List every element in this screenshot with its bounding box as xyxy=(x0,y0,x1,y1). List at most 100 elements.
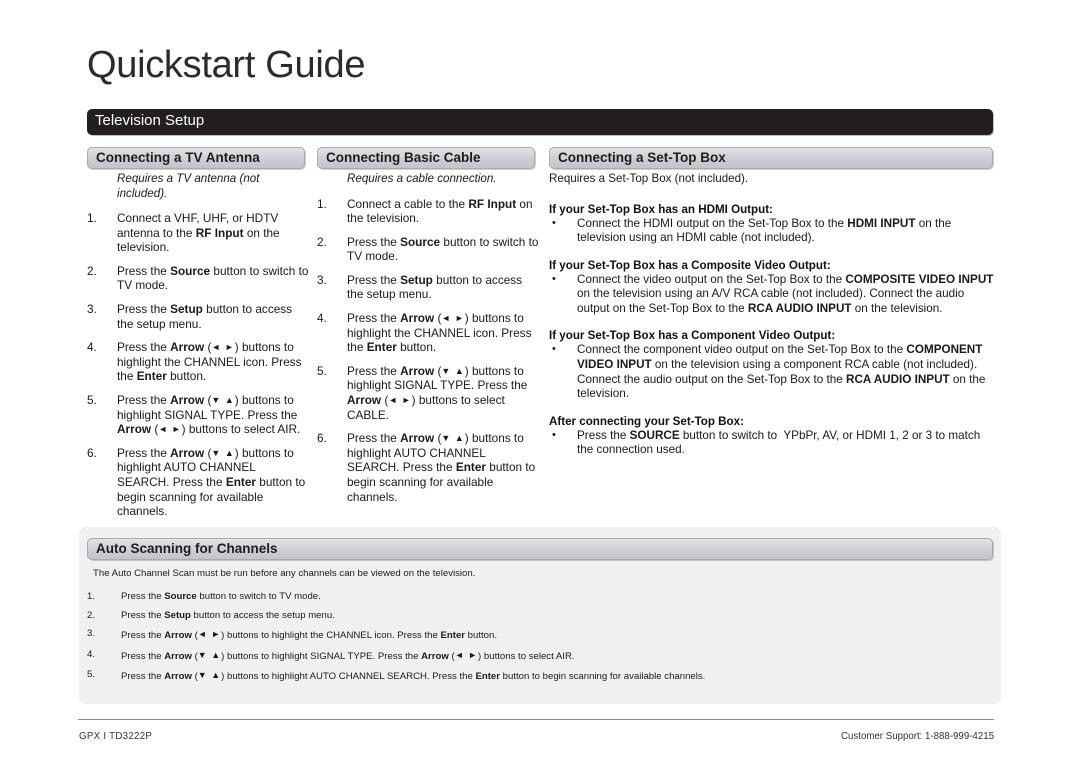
list-item: 3. Press the Arrow (◄ ►) buttons to highl… xyxy=(87,628,987,642)
bullet-group: If your Set-Top Box has a Composite Vide… xyxy=(549,259,995,317)
bullet-group-heading: If your Set-Top Box has an HDMI Output: xyxy=(549,202,773,216)
list-item: • Press the SOURCE button to switch to YP… xyxy=(549,429,995,458)
list-item: 5. Press the Arrow (▼ ▲) buttons to highl… xyxy=(87,393,309,437)
list-item-number: 2. xyxy=(317,234,327,249)
list-item: 1. Connect a cable to the RF Input on the… xyxy=(317,197,539,226)
list-item-text: Press the Arrow (▼ ▲) buttons to highlig… xyxy=(121,670,706,683)
list-item-text: Connect the video output on the Set-Top … xyxy=(577,272,994,315)
section-bar-television-setup: Television Setup xyxy=(87,109,993,135)
list-item-text: Press the Arrow (▼ ▲) buttons to highlig… xyxy=(121,649,575,662)
list-item-text: Press the SOURCE button to switch to YPb… xyxy=(577,428,981,457)
column-set-top-box: Requires a Set-Top Box (not included). I… xyxy=(549,172,995,471)
footer-divider xyxy=(78,719,994,720)
list-item: 1. Connect a VHF, UHF, or HDTV antenna to… xyxy=(87,211,309,255)
list-item-number: 4. xyxy=(87,340,97,355)
column-intro: Requires a TV antenna (not included). xyxy=(117,172,260,200)
list-item-text: Connect a VHF, UHF, or HDTV antenna to t… xyxy=(117,211,280,255)
list-item: 1. Press the Source button to switch to T… xyxy=(87,591,987,603)
list-item-number: 1. xyxy=(87,591,96,602)
list-item-text: Press the Arrow (▼ ▲) buttons to highlig… xyxy=(117,392,301,437)
list-item-number: 4. xyxy=(87,648,96,660)
bullet-list: • Connect the HDMI output on the Set-Top … xyxy=(549,217,995,246)
column-header-label: Connecting a Set-Top Box xyxy=(558,150,726,165)
column-intro: Requires a Set-Top Box (not included). xyxy=(549,172,749,185)
list-item: 6. Press the Arrow (▼ ▲) buttons to highl… xyxy=(317,431,539,504)
quickstart-guide-page: Quickstart Guide Television Setup Connec… xyxy=(0,0,1080,763)
list-item: 4. Press the Arrow (▼ ▲) buttons to highl… xyxy=(87,649,987,663)
column-header-basic-cable: Connecting Basic Cable xyxy=(317,147,535,169)
list-item: 5. Press the Arrow (▼ ▲) buttons to highl… xyxy=(87,669,987,683)
list-item: 4. Press the Arrow (◄ ►) buttons to highl… xyxy=(87,340,309,384)
list-item: 3. Press the Setup button to access the s… xyxy=(317,273,539,302)
list-item-number: 6. xyxy=(317,431,327,446)
list-item-text: Connect the HDMI output on the Set-Top B… xyxy=(577,216,952,245)
list-item: 4. Press the Arrow (◄ ►) buttons to highl… xyxy=(317,311,539,355)
panel-header-label: Auto Scanning for Channels xyxy=(96,541,278,556)
list-item: • Connect the video output on the Set-Top… xyxy=(549,273,995,317)
section-bar-label: Television Setup xyxy=(95,112,205,129)
steps-list-auto-scanning: 1. Press the Source button to switch to T… xyxy=(87,591,987,690)
column-tv-antenna: Requires a TV antenna (not included). 1.… xyxy=(87,172,309,528)
bullet-list: • Press the SOURCE button to switch to YP… xyxy=(549,429,995,458)
list-item-text: Press the Setup button to access the set… xyxy=(117,301,293,331)
list-item-text: Press the Arrow (▼ ▲) buttons to highlig… xyxy=(117,445,306,519)
footer-customer-support: Customer Support: 1-888-999-4215 xyxy=(841,731,994,742)
bullet-group-heading: After connecting your Set-Top Box: xyxy=(549,414,744,428)
column-header-label: Connecting a TV Antenna xyxy=(96,150,260,165)
list-item-number: 4. xyxy=(317,311,327,326)
list-item-number: 6. xyxy=(87,445,97,460)
list-item: • Connect the component video output on t… xyxy=(549,343,995,401)
steps-list-tv-antenna: 1. Connect a VHF, UHF, or HDTV antenna to… xyxy=(87,211,309,519)
list-item: 6. Press the Arrow (▼ ▲) buttons to highl… xyxy=(87,446,309,519)
bullet-group: If your Set-Top Box has an HDMI Output: •… xyxy=(549,203,995,246)
list-item: 2. Press the Source button to switch to T… xyxy=(317,235,539,264)
panel-header-auto-scanning: Auto Scanning for Channels xyxy=(87,538,993,560)
list-item: • Connect the HDMI output on the Set-Top … xyxy=(549,217,995,246)
page-title: Quickstart Guide xyxy=(87,44,366,86)
list-item-number: 5. xyxy=(87,392,97,407)
list-item-number: 1. xyxy=(87,211,97,225)
list-item-text: Press the Arrow (▼ ▲) buttons to highlig… xyxy=(347,431,536,504)
list-item: 5. Press the Arrow (▼ ▲) buttons to highl… xyxy=(317,364,539,422)
list-item-number: 2. xyxy=(87,609,96,621)
list-item-text: Press the Arrow (◄ ►) buttons to highlig… xyxy=(117,340,302,384)
list-item-number: 5. xyxy=(87,669,96,681)
list-item-text: Press the Arrow (▼ ▲) buttons to highlig… xyxy=(347,363,528,422)
list-item-number: 1. xyxy=(317,196,327,211)
bullet-dot-icon: • xyxy=(552,216,556,229)
list-item: 2. Press the Source button to switch to T… xyxy=(87,264,309,293)
bullet-group: After connecting your Set-Top Box: • Press… xyxy=(549,415,995,458)
list-item-text: Press the Source button to switch to TV … xyxy=(117,263,309,293)
steps-list-basic-cable: 1. Connect a cable to the RF Input on the… xyxy=(317,197,539,505)
list-item-text: Press the Source button to switch to TV … xyxy=(121,591,321,602)
list-item-number: 3. xyxy=(317,272,327,287)
list-item: 2. Press the Setup button to access the s… xyxy=(87,610,987,622)
footer-model-info: GPX I TD3222P xyxy=(79,731,153,742)
bullet-dot-icon: • xyxy=(552,272,556,285)
bullet-group-heading: If your Set-Top Box has a Composite Vide… xyxy=(549,258,831,272)
set-top-box-groups: If your Set-Top Box has an HDMI Output: •… xyxy=(549,203,995,459)
list-item-text: Connect a cable to the RF Input on the t… xyxy=(347,196,533,226)
list-item-number: 5. xyxy=(317,363,327,378)
column-basic-cable: Requires a cable connection. 1. Connect a… xyxy=(317,172,539,513)
column-header-tv-antenna: Connecting a TV Antenna xyxy=(87,147,305,169)
column-header-label: Connecting Basic Cable xyxy=(326,150,481,165)
list-item-text: Press the Source button to switch to TV … xyxy=(347,234,539,264)
list-item: 3. Press the Setup button to access the s… xyxy=(87,302,309,331)
list-item-number: 3. xyxy=(87,628,96,640)
column-header-set-top-box: Connecting a Set-Top Box xyxy=(549,147,993,169)
bullet-group: If your Set-Top Box has a Component Vide… xyxy=(549,329,995,401)
list-item-text: Press the Arrow (◄ ►) buttons to highlig… xyxy=(121,629,498,642)
list-item-number: 3. xyxy=(87,301,97,316)
auto-scanning-intro: The Auto Channel Scan must be run before… xyxy=(93,568,476,579)
bullet-dot-icon: • xyxy=(552,428,556,441)
bullet-group-heading: If your Set-Top Box has a Component Vide… xyxy=(549,329,836,343)
bullet-list: • Connect the component video output on t… xyxy=(549,343,995,401)
list-item-text: Press the Arrow (◄ ►) buttons to highlig… xyxy=(347,311,532,355)
column-intro: Requires a cable connection. xyxy=(347,172,497,185)
list-item-text: Press the Setup button to access the set… xyxy=(347,272,523,302)
list-item-number: 2. xyxy=(87,263,97,278)
bullet-dot-icon: • xyxy=(552,343,556,356)
list-item-text: Connect the component video output on th… xyxy=(577,343,986,401)
list-item-text: Press the Setup button to access the set… xyxy=(121,609,335,621)
